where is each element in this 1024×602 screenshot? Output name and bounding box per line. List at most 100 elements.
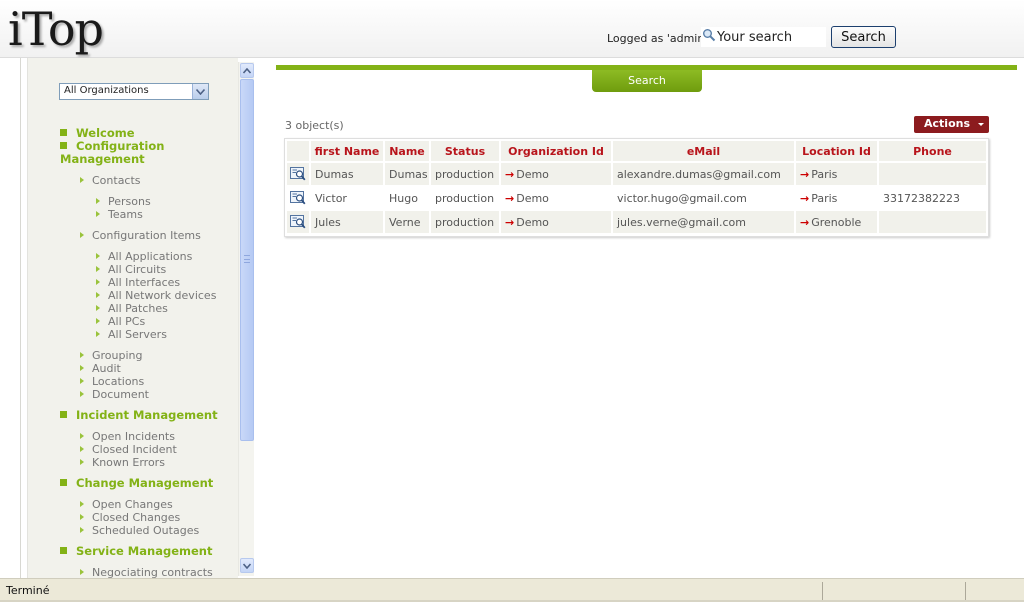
menu-all-patches[interactable]: All Patches [96,302,168,315]
row-detail-cell [287,187,309,209]
external-link-arrow-icon: → [505,215,515,229]
cell-email: victor.hugo@gmail.com [613,187,794,209]
cell-phone [879,163,986,185]
menu-all-circuits[interactable]: All Circuits [96,263,166,276]
menu-document[interactable]: Document [80,388,149,401]
triangle-right-icon [80,569,84,575]
table-header-row: first Name Name Status Organization Id e… [287,141,986,161]
search-button[interactable]: Search [831,26,896,48]
cell-organization[interactable]: → Demo [501,163,611,185]
cell-location[interactable]: → Paris [796,163,877,185]
cell-first-name: Victor [311,187,383,209]
menu-negociating-contracts[interactable]: Negociating contracts [80,566,213,578]
menu-contacts[interactable]: Contacts [80,174,141,187]
organization-select-value: All Organizations [64,85,149,96]
triangle-right-icon [96,266,100,272]
menu-closed-incident[interactable]: Closed Incident [80,443,177,456]
cell-phone: 33172382223 [879,187,986,209]
browser-viewport: iTop Logged as 'admin' Search All Organi… [0,0,1024,602]
menu-all-servers[interactable]: All Servers [96,328,167,341]
menu-configuration-items[interactable]: Configuration Items [80,229,201,242]
status-divider [965,582,966,600]
column-header-email[interactable]: eMail [613,141,794,161]
logged-as-label: Logged as 'admin' [607,32,708,45]
menu-open-incidents[interactable]: Open Incidents [80,430,175,443]
view-details-icon[interactable] [290,191,306,205]
browser-status-bar: Terminé [0,578,1024,602]
bullet-square-icon [60,142,67,149]
sidebar-scrollbar[interactable] [238,62,254,576]
view-details-icon[interactable] [290,215,306,229]
menu-scheduled-outages[interactable]: Scheduled Outages [80,524,199,537]
cell-organization[interactable]: → Demo [501,211,611,233]
column-header-icon [287,141,309,161]
menu-known-errors[interactable]: Known Errors [80,456,165,469]
caret-down-icon [978,123,984,126]
left-border [0,58,28,578]
menu-closed-changes[interactable]: Closed Changes [80,511,180,524]
cell-location[interactable]: → Paris [796,187,877,209]
menu-audit[interactable]: Audit [80,362,121,375]
column-header-name[interactable]: Name [385,141,429,161]
cell-name: Dumas [385,163,429,185]
menu-configuration-management-line2[interactable]: Management [60,153,145,166]
menu-all-network-devices[interactable]: All Network devices [96,289,216,302]
row-detail-cell [287,211,309,233]
triangle-right-icon [80,177,84,183]
chevron-down-icon[interactable] [192,84,208,99]
triangle-right-icon [96,253,100,259]
row-detail-cell [287,163,309,185]
triangle-right-icon [96,318,100,324]
triangle-right-icon [80,501,84,507]
column-header-status[interactable]: Status [431,141,499,161]
triangle-right-icon [80,352,84,358]
triangle-right-icon [96,279,100,285]
menu-persons[interactable]: Persons [96,195,151,208]
cell-location[interactable]: → Grenoble [796,211,877,233]
cell-email: jules.verne@gmail.com [613,211,794,233]
search-tab[interactable]: Search [592,70,702,92]
triangle-right-icon [80,378,84,384]
menu-change-management[interactable]: Change Management [60,477,213,490]
cell-first-name: Dumas [311,163,383,185]
menu-all-applications[interactable]: All Applications [96,250,192,263]
menu-service-management[interactable]: Service Management [60,545,212,558]
bullet-square-icon [60,479,67,486]
triangle-right-icon [96,305,100,311]
cell-phone [879,211,986,233]
triangle-right-icon [80,527,84,533]
menu-incident-management[interactable]: Incident Management [60,409,218,422]
menu-locations[interactable]: Locations [80,375,144,388]
sidebar: All Organizations Welcome Configuration … [28,58,238,578]
menu-all-pcs[interactable]: All PCs [96,315,145,328]
column-header-phone[interactable]: Phone [879,141,986,161]
column-header-first-name[interactable]: first Name [311,141,383,161]
triangle-right-icon [80,232,84,238]
triangle-right-icon [80,459,84,465]
menu-teams[interactable]: Teams [96,208,143,221]
external-link-arrow-icon: → [505,191,515,205]
scroll-up-icon[interactable] [240,63,254,78]
view-details-icon[interactable] [290,167,306,181]
object-count: 3 object(s) [285,119,344,132]
results-table: first Name Name Status Organization Id e… [284,138,989,237]
bullet-square-icon [60,411,67,418]
cell-status: production [431,163,499,185]
menu-grouping[interactable]: Grouping [80,349,143,362]
menu-open-changes[interactable]: Open Changes [80,498,173,511]
page-header: iTop Logged as 'admin' Search [0,0,1024,58]
cell-name: Hugo [385,187,429,209]
column-header-organization-id[interactable]: Organization Id [501,141,611,161]
triangle-right-icon [96,211,100,217]
scroll-down-icon[interactable] [240,558,254,573]
actions-button[interactable]: Actions [914,116,989,133]
bullet-square-icon [60,547,67,554]
scrollbar-thumb[interactable] [240,79,254,441]
triangle-right-icon [96,198,100,204]
organization-select[interactable]: All Organizations [59,83,209,100]
column-header-location-id[interactable]: Location Id [796,141,877,161]
search-input[interactable] [717,28,825,46]
itop-logo[interactable]: iTop [8,2,104,56]
menu-all-interfaces[interactable]: All Interfaces [96,276,180,289]
cell-organization[interactable]: → Demo [501,187,611,209]
